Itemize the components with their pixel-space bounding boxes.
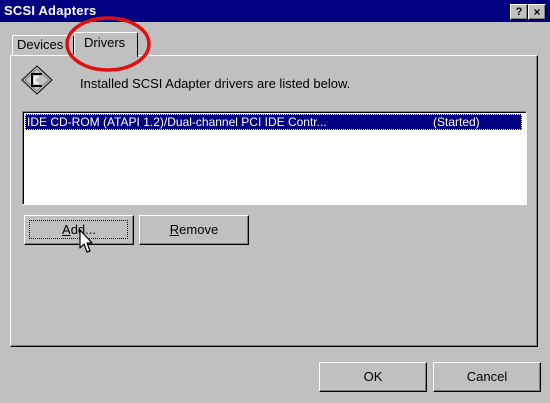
- list-item[interactable]: IDE CD-ROM (ATAPI 1.2)/Dual-channel PCI …: [25, 114, 522, 130]
- help-button[interactable]: ?: [510, 4, 528, 20]
- window-title: SCSI Adapters: [4, 3, 97, 18]
- mouse-pointer-icon: [79, 229, 93, 253]
- title-bar[interactable]: SCSI Adapters ? ×: [0, 0, 550, 22]
- close-button[interactable]: ×: [528, 4, 546, 20]
- scsi-adapters-dialog: SCSI Adapters ? × Devices Drivers Instal…: [0, 0, 550, 403]
- tab-devices-label: Devices: [17, 37, 64, 52]
- cancel-button[interactable]: Cancel: [433, 362, 541, 392]
- tab-devices[interactable]: Devices: [12, 35, 74, 55]
- scsi-adapter-icon: [21, 65, 53, 95]
- remove-button-label: Remove: [169, 222, 219, 237]
- tab-drivers[interactable]: Drivers: [74, 32, 138, 57]
- panel-caption: Installed SCSI Adapter drivers are liste…: [80, 76, 351, 91]
- ok-button[interactable]: OK: [319, 362, 427, 392]
- tab-drivers-label: Drivers: [84, 35, 126, 50]
- driver-status: (Started): [433, 115, 480, 129]
- remove-button[interactable]: Remove: [139, 215, 249, 245]
- driver-name: IDE CD-ROM (ATAPI 1.2)/Dual-channel PCI …: [27, 115, 327, 129]
- drivers-list[interactable]: IDE CD-ROM (ATAPI 1.2)/Dual-channel PCI …: [22, 111, 527, 205]
